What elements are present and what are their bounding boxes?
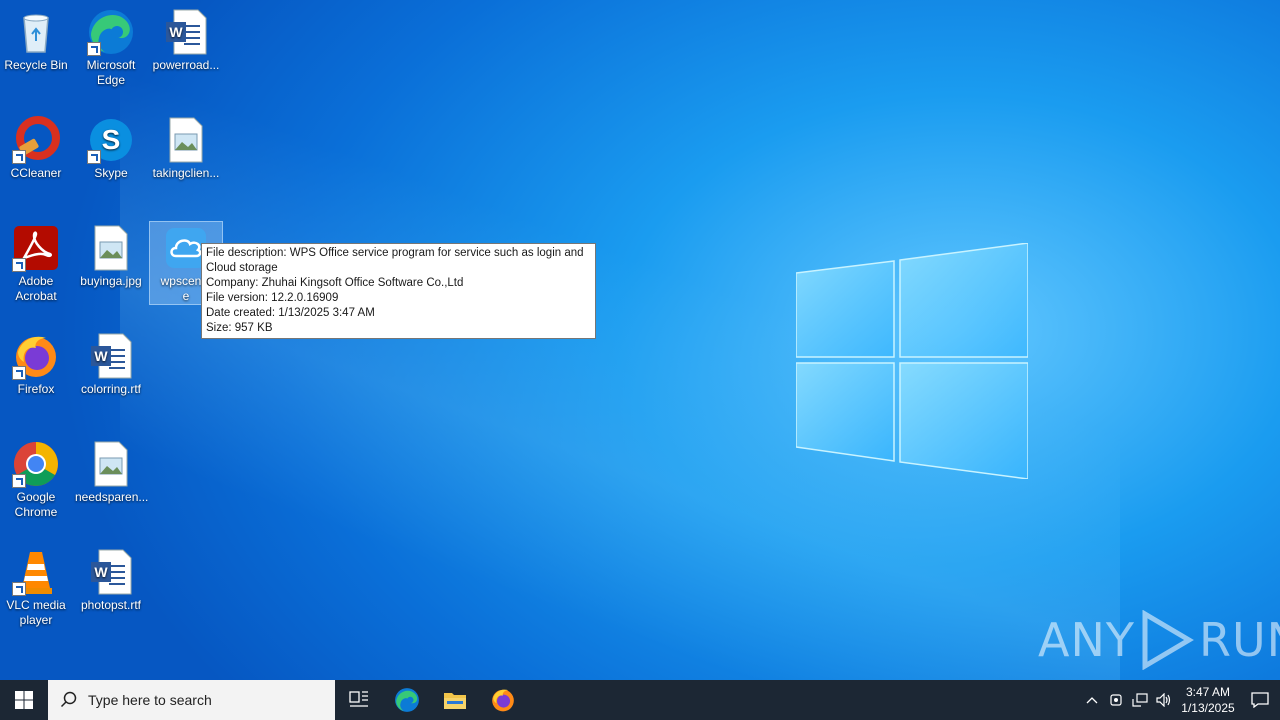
task-view-button[interactable] [335,680,383,720]
windows-start-icon [15,691,33,709]
taskbar: Type here to search 3:47 AM 1/13/2025 [0,680,1280,720]
clock-date: 1/13/2025 [1181,701,1235,715]
adobe-acrobat-icon [12,224,60,272]
shortcut-arrow-icon [12,474,26,488]
icon-label: CCleaner [10,166,62,180]
watermark-right: RUN [1198,613,1280,667]
taskbar-edge-button[interactable] [383,680,431,720]
taskbar-file-explorer-button[interactable] [431,680,479,720]
speaker-icon [1156,693,1171,707]
icon-label: Microsoft Edge [86,58,136,87]
firefox-icon [492,689,514,712]
microsoft-edge-icon [87,8,135,56]
taskbar-firefox-button[interactable] [479,680,527,720]
tooltip-description: File description: WPS Office service pro… [206,247,584,259]
firefox-icon [12,332,60,380]
start-button[interactable] [0,680,48,720]
desktop-icon-microsoft-edge[interactable]: Microsoft Edge [75,8,147,88]
tooltip-date: Date created: 1/13/2025 3:47 AM [206,307,375,319]
icon-label: Firefox [17,382,55,396]
chevron-up-icon [1086,697,1098,704]
shortcut-arrow-icon [87,42,101,56]
shortcut-arrow-icon [12,258,26,272]
desktop-icon-adobe-acrobat[interactable]: Adobe Acrobat [0,224,72,304]
shortcut-arrow-icon [12,366,26,380]
icon-label: colorring.rtf [80,382,142,396]
svg-text:S: S [102,124,121,155]
shortcut-arrow-icon [12,582,26,596]
desktop-icon-google-chrome[interactable]: Google Chrome [0,440,72,520]
google-chrome-icon [12,440,60,488]
device-icon [1110,694,1122,706]
word-document-icon: W [87,332,135,380]
tooltip-version: File version: 12.2.0.16909 [206,292,339,304]
network-icon [1132,693,1148,707]
vlc-cone-icon [12,548,60,596]
skype-icon: S [87,116,135,164]
file-info-tooltip: File description: WPS Office service pro… [201,243,596,339]
icon-label: powerroad... [152,58,220,72]
recycle-bin-icon [12,8,60,56]
desktop-icon-buyinga[interactable]: buyinga.jpg [75,224,147,289]
microsoft-edge-icon [395,688,419,712]
word-document-icon: W [162,8,210,56]
icon-label: buyinga.jpg [80,274,142,288]
icon-label: Google Chrome [14,490,58,519]
search-icon [60,691,77,708]
image-file-icon [162,116,210,164]
desktop-icon-firefox[interactable]: Firefox [0,332,72,397]
desktop-icon-photopst[interactable]: W photopst.rtf [75,548,147,613]
play-triangle-icon [1142,610,1194,670]
search-placeholder: Type here to search [88,692,212,708]
folder-icon [444,693,466,709]
shortcut-arrow-icon [12,150,26,164]
taskbar-search-box[interactable]: Type here to search [48,680,335,720]
icon-label: takingclien... [152,166,220,180]
icon-label: Recycle Bin [4,58,68,72]
image-file-icon [87,440,135,488]
show-hidden-icons-button[interactable] [1080,680,1104,720]
anyrun-watermark: ANY RUN [1038,610,1280,670]
svg-text:W: W [94,564,108,580]
system-tray: 3:47 AM 1/13/2025 [1080,680,1280,720]
icon-label: Skype [94,166,128,180]
desktop-icon-ccleaner[interactable]: CCleaner [0,116,72,181]
desktop-icon-recycle-bin[interactable]: Recycle Bin [0,8,72,73]
desktop-icon-colorring[interactable]: W colorring.rtf [75,332,147,397]
desktop-icon-vlc[interactable]: VLC media player [0,548,72,628]
svg-text:W: W [169,24,183,40]
tooltip-company: Company: Zhuhai Kingsoft Office Software… [206,277,464,289]
icon-label: Adobe Acrobat [15,274,57,303]
tray-app-button[interactable] [1104,680,1128,720]
word-document-icon: W [87,548,135,596]
icon-label: VLC media player [6,598,66,627]
watermark-left: ANY [1038,613,1135,667]
desktop-icon-needsparen[interactable]: needsparen... [75,440,149,505]
svg-text:W: W [94,348,108,364]
shortcut-arrow-icon [87,150,101,164]
ccleaner-icon [12,116,60,164]
tooltip-size: Size: 957 KB [206,322,273,334]
clock-time: 3:47 AM [1185,685,1231,699]
desktop-icon-takingclien[interactable]: takingclien... [150,116,222,181]
image-file-icon [87,224,135,272]
windows-wallpaper-logo [796,243,1028,479]
desktop-icon-skype[interactable]: S Skype [75,116,147,181]
desktop-icon-powerroad[interactable]: W powerroad... [150,8,222,73]
task-view-icon [349,691,368,707]
notification-icon [1251,692,1269,708]
notification-center-button[interactable] [1240,680,1280,720]
network-button[interactable] [1128,680,1152,720]
tooltip-description-cont: Cloud storage [206,262,278,274]
taskbar-clock[interactable]: 3:47 AM 1/13/2025 [1180,684,1236,716]
icon-label: needsparen... [75,490,149,504]
icon-label: photopst.rtf [80,598,142,612]
volume-button[interactable] [1152,680,1176,720]
